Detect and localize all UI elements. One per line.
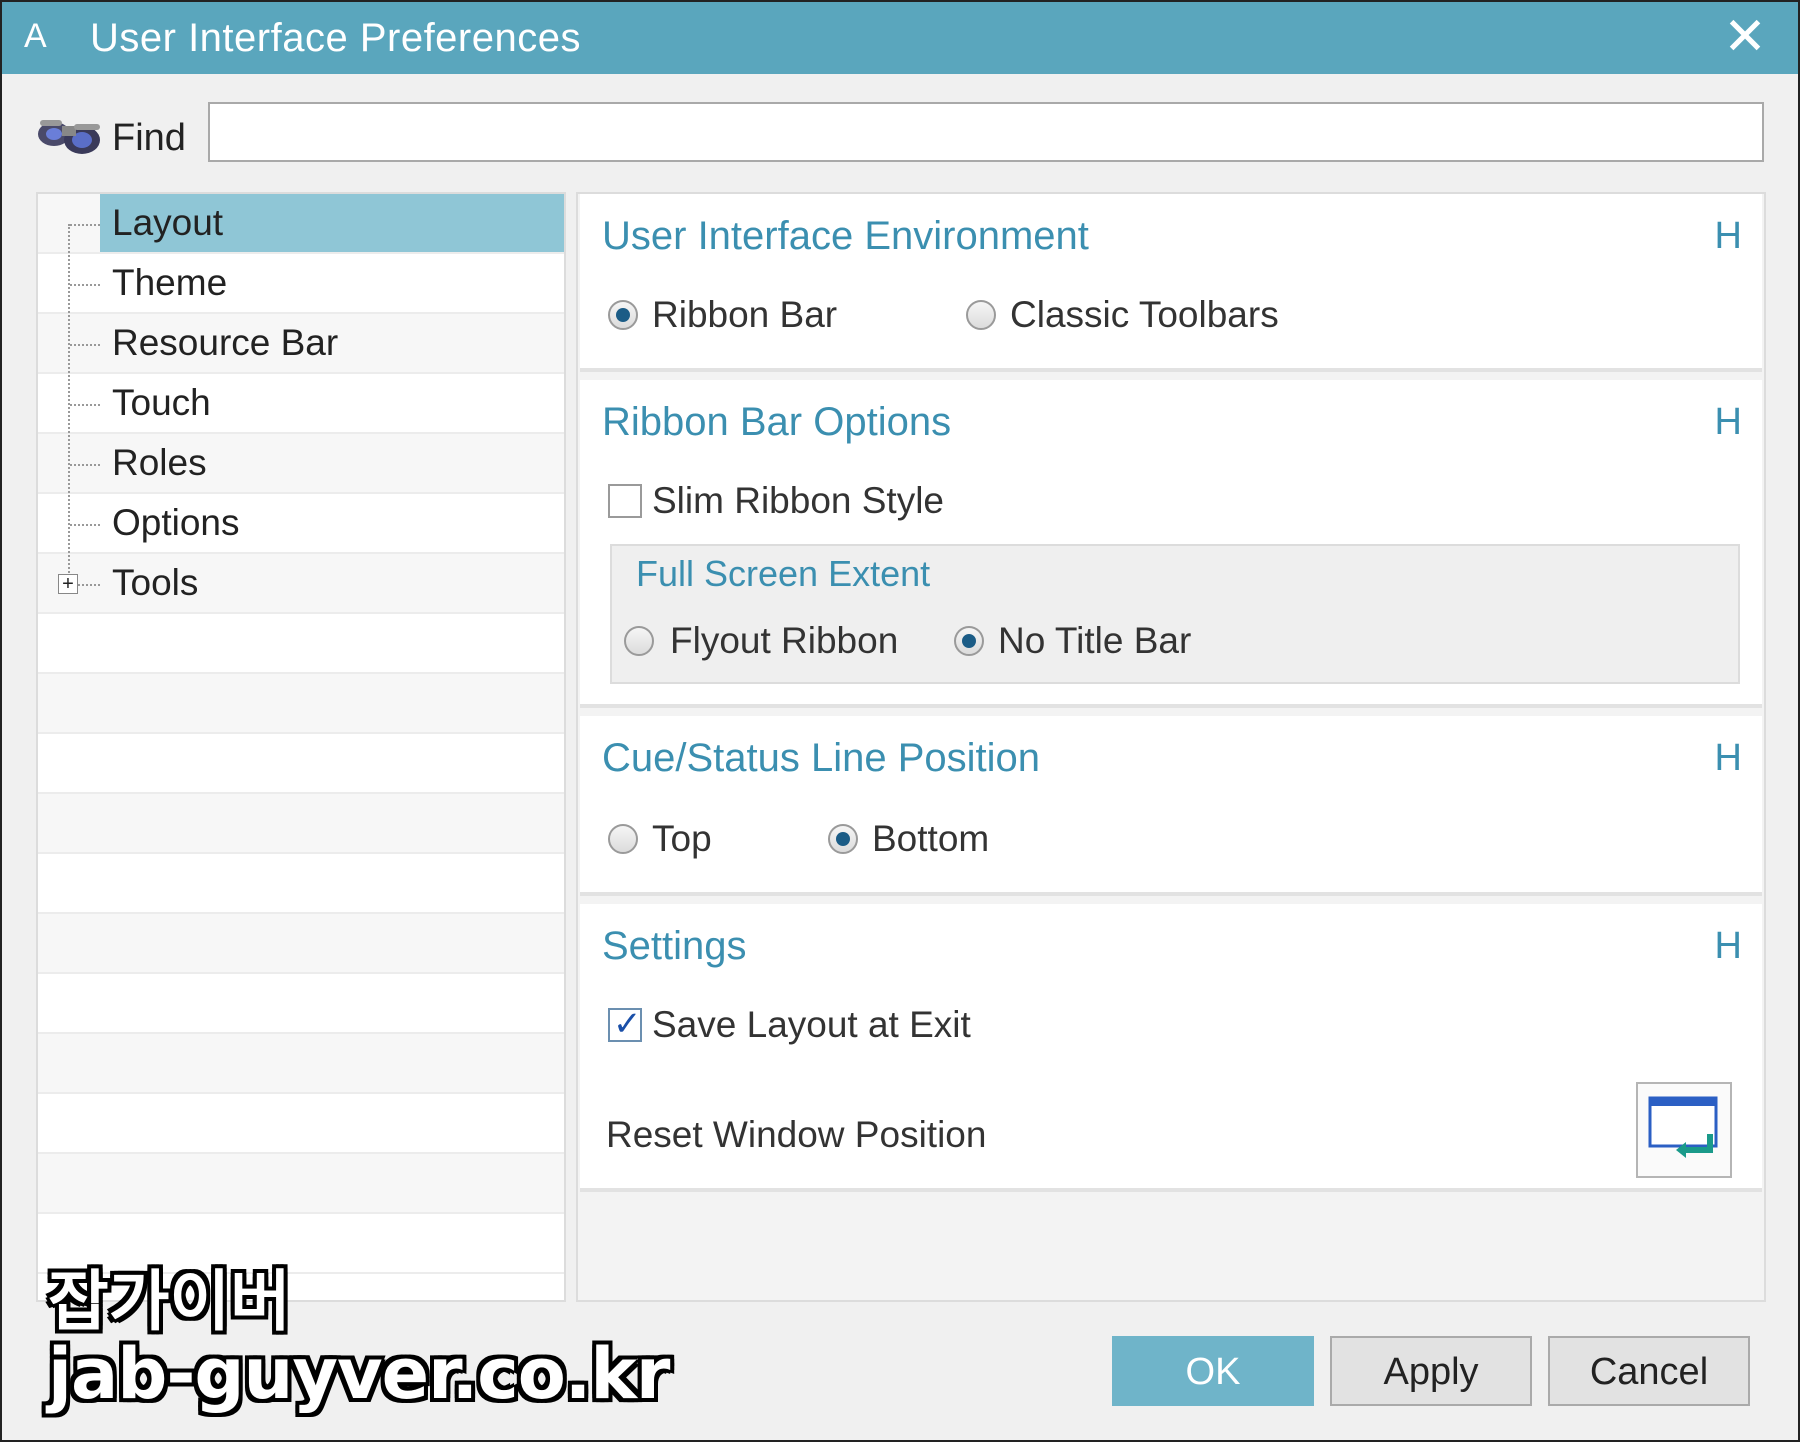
group-ui-environment: User Interface Environment H Ribbon Bar …: [580, 194, 1762, 372]
tree-connector: [70, 404, 100, 406]
tree-item-touch[interactable]: Touch: [100, 374, 564, 432]
option-label[interactable]: Classic Toolbars: [1010, 292, 1279, 338]
tree-connector: [70, 284, 100, 286]
apply-button[interactable]: Apply: [1330, 1336, 1532, 1406]
tree-connector: [70, 224, 100, 226]
tree-row-empty: [38, 854, 564, 914]
reset-window-label: Reset Window Position: [606, 1114, 987, 1155]
group-ribbon-options: Ribbon Bar Options H Slim Ribbon Style F…: [580, 380, 1762, 708]
checkbox-save-layout[interactable]: ✓: [608, 1005, 642, 1043]
subgroup-full-screen-extent: Full Screen Extent Flyout Ribbon No Titl…: [610, 544, 1740, 684]
settings-panel: User Interface Environment H Ribbon Bar …: [576, 192, 1766, 1302]
tree-row-empty: [38, 1094, 564, 1154]
group-title: User Interface Environment: [602, 214, 1089, 258]
tree-row-empty: [38, 1154, 564, 1214]
group-title: Ribbon Bar Options: [602, 400, 952, 444]
option-label[interactable]: Flyout Ribbon: [670, 618, 898, 664]
tree-row: Touch: [38, 374, 564, 434]
group-title: Settings: [602, 924, 747, 968]
tree-row-empty: [38, 794, 564, 854]
group-title: Cue/Status Line Position: [602, 736, 1041, 780]
find-input[interactable]: [208, 102, 1764, 162]
option-label[interactable]: Bottom: [872, 816, 989, 862]
collapse-button[interactable]: H: [1715, 736, 1742, 780]
collapse-button[interactable]: H: [1715, 214, 1742, 258]
tree-connector: [70, 524, 100, 526]
checkbox-label[interactable]: Slim Ribbon Style: [652, 478, 944, 524]
tree-row: Roles: [38, 434, 564, 494]
tree-row-empty: [38, 674, 564, 734]
tree-row-empty: [38, 1034, 564, 1094]
tree-row: Options: [38, 494, 564, 554]
collapse-button[interactable]: H: [1715, 400, 1742, 444]
tree-row-empty: [38, 914, 564, 974]
tree-item-theme[interactable]: Theme: [100, 254, 564, 312]
radio-ribbon-bar[interactable]: [608, 300, 638, 330]
radio-flyout-ribbon[interactable]: [624, 626, 654, 656]
tree-item-roles[interactable]: Roles: [100, 434, 564, 492]
window-title: User Interface Preferences: [90, 16, 581, 60]
check-mark-icon: ✓: [613, 1005, 642, 1043]
tree-item-tools[interactable]: Tools: [100, 554, 564, 612]
tree-row: Layout: [38, 194, 564, 254]
reset-window-button[interactable]: [1636, 1082, 1732, 1178]
radio-bottom[interactable]: [828, 824, 858, 854]
preferences-dialog: A User Interface Preferences ✕ Find Layo…: [0, 0, 1800, 1442]
tree-connector: [70, 344, 100, 346]
watermark-korean: 잡가이버: [48, 1263, 291, 1340]
radio-classic-toolbars[interactable]: [966, 300, 996, 330]
tree-row-empty: [38, 614, 564, 674]
option-label[interactable]: Ribbon Bar: [652, 292, 837, 338]
tree-row-empty: [38, 974, 564, 1034]
find-row: Find: [2, 74, 1798, 186]
checkbox-label[interactable]: Save Layout at Exit: [652, 1002, 971, 1048]
radio-no-title-bar[interactable]: [954, 626, 984, 656]
tree-item-options[interactable]: Options: [100, 494, 564, 552]
cancel-button[interactable]: Cancel: [1548, 1336, 1750, 1406]
app-icon: A: [24, 17, 47, 55]
option-label[interactable]: Top: [652, 816, 712, 862]
title-bar[interactable]: A User Interface Preferences ✕: [2, 2, 1798, 74]
tree-connector: [70, 464, 100, 466]
checkbox-slim-ribbon[interactable]: [608, 484, 642, 518]
option-label[interactable]: No Title Bar: [998, 618, 1191, 664]
expand-icon[interactable]: +: [58, 574, 78, 594]
find-label: Find: [112, 117, 186, 159]
group-settings: Settings H ✓ Save Layout at Exit Reset W…: [580, 904, 1762, 1192]
collapse-button[interactable]: H: [1715, 924, 1742, 968]
tree-row: Tools: [38, 554, 564, 614]
tree-row: Theme: [38, 254, 564, 314]
tree-row-empty: [38, 734, 564, 794]
tree-item-resource-bar[interactable]: Resource Bar: [100, 314, 564, 372]
binoculars-icon: [38, 120, 100, 154]
category-tree: Layout Theme Resource Bar Touch Roles Op…: [36, 192, 566, 1302]
subgroup-title: Full Screen Extent: [636, 553, 931, 594]
watermark-url: jab-guyver.co.kr: [48, 1333, 670, 1415]
tree-connector: [68, 224, 70, 588]
reset-window-icon: [1648, 1096, 1718, 1158]
tree-item-layout[interactable]: Layout: [100, 194, 564, 252]
tree-row: Resource Bar: [38, 314, 564, 374]
close-icon[interactable]: ✕: [1720, 11, 1770, 63]
group-cue-status-line: Cue/Status Line Position H Top Bottom: [580, 716, 1762, 896]
ok-button[interactable]: OK: [1112, 1336, 1314, 1406]
radio-top[interactable]: [608, 824, 638, 854]
